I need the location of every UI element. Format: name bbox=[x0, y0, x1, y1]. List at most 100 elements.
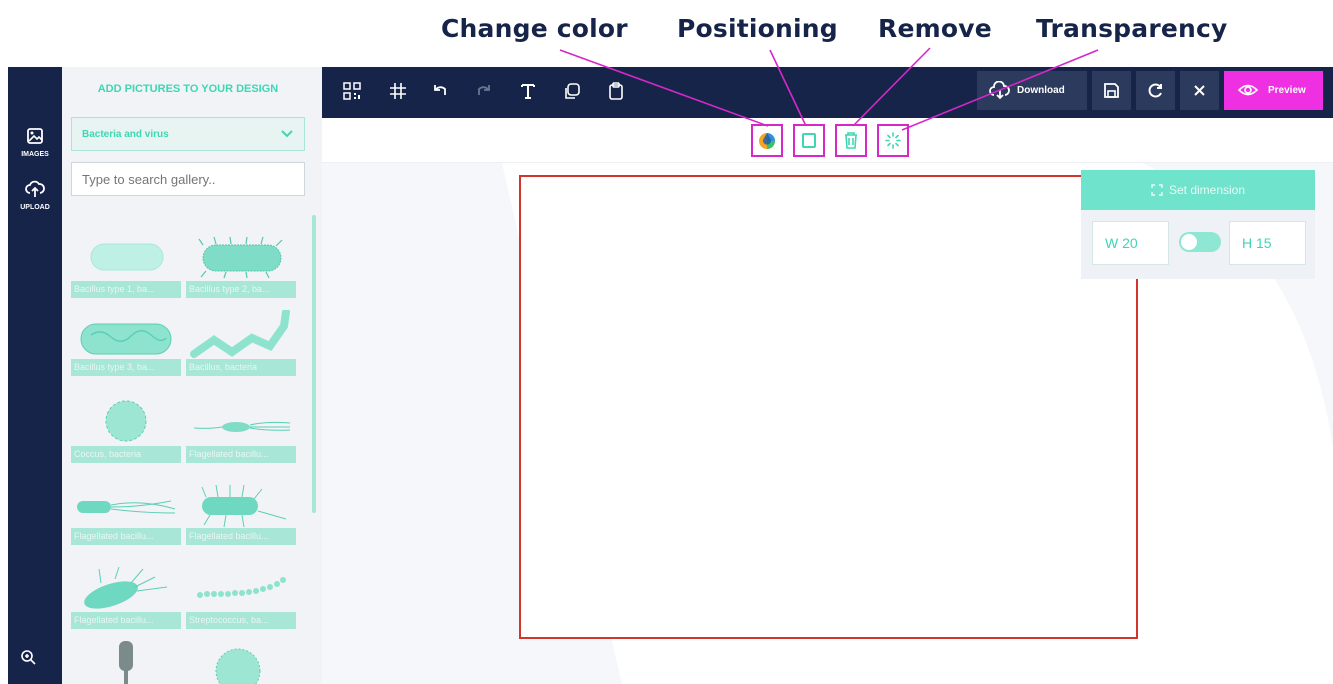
left-rail: IMAGES UPLOAD bbox=[8, 67, 62, 684]
gallery-panel: ADD PICTURES TO YOUR DESIGN Bacteria and… bbox=[62, 67, 322, 684]
qr-code-button[interactable] bbox=[340, 81, 364, 105]
preview-label: Preview bbox=[1268, 85, 1306, 96]
gallery-item-caption: Coccus, bacteria bbox=[71, 446, 181, 463]
duplicate-button[interactable] bbox=[560, 81, 584, 105]
add-text-button[interactable] bbox=[516, 81, 540, 105]
bacillus-hairy-icon bbox=[198, 236, 283, 279]
change-color-icon bbox=[759, 133, 775, 149]
refresh-button[interactable] bbox=[1136, 71, 1175, 110]
toggle-knob bbox=[1181, 234, 1197, 250]
clipboard-icon bbox=[609, 82, 623, 100]
rail-item-upload[interactable]: UPLOAD bbox=[8, 180, 62, 211]
flagellated-bacillus-icon bbox=[84, 566, 168, 609]
callout-change-color: Change color bbox=[441, 14, 628, 43]
zoom-button[interactable] bbox=[20, 649, 36, 670]
height-field[interactable]: H 15 bbox=[1229, 221, 1306, 265]
gallery-item[interactable] bbox=[186, 639, 296, 684]
bacillus-chain-icon bbox=[190, 310, 290, 358]
transparency-button[interactable] bbox=[877, 124, 909, 157]
upload-cloud-icon bbox=[25, 180, 45, 197]
rail-item-images[interactable]: IMAGES bbox=[8, 127, 62, 158]
aspect-lock-toggle[interactable] bbox=[1179, 232, 1221, 252]
positioning-button[interactable] bbox=[793, 124, 825, 157]
flagellated-bacillus-icon bbox=[193, 421, 291, 432]
close-button[interactable] bbox=[1180, 71, 1219, 110]
gallery-item[interactable]: Bacillus, bacteria bbox=[186, 310, 296, 376]
download-button[interactable]: Download bbox=[977, 71, 1087, 110]
virus-stalk-icon bbox=[119, 641, 133, 684]
gallery-item[interactable]: Bacillus type 1, ba... bbox=[71, 232, 181, 298]
width-field[interactable]: W 20 bbox=[1092, 221, 1169, 265]
gallery-item[interactable]: Streptococcus, ba... bbox=[186, 563, 296, 629]
gallery-item-caption: Flagellated bacillu... bbox=[71, 612, 181, 629]
save-button[interactable] bbox=[1092, 71, 1131, 110]
callout-remove: Remove bbox=[878, 14, 992, 43]
undo-button[interactable] bbox=[428, 81, 452, 105]
gallery-item[interactable]: Bacillus type 3, ba... bbox=[71, 310, 181, 376]
gallery-item-caption: Flagellated bacillu... bbox=[71, 528, 181, 545]
positioning-icon bbox=[802, 133, 816, 148]
gallery-item[interactable]: Flagellated bacillu... bbox=[186, 479, 296, 545]
coccus-icon bbox=[105, 400, 147, 442]
transparency-icon bbox=[885, 132, 901, 149]
text-icon bbox=[521, 84, 535, 99]
gallery-scrollbar[interactable] bbox=[312, 215, 316, 513]
flagellated-bacillus-icon bbox=[77, 500, 176, 514]
gallery-item-caption: Streptococcus, ba... bbox=[186, 612, 296, 629]
streptococcus-icon bbox=[197, 577, 286, 598]
grid-hash-icon bbox=[390, 83, 406, 99]
flagellated-bacillus-icon bbox=[201, 484, 287, 528]
gallery-item-caption: Bacillus, bacteria bbox=[186, 359, 296, 376]
gallery-item-caption: Flagellated bacillu... bbox=[186, 446, 296, 463]
gallery-item-caption: Flagellated bacillu... bbox=[186, 528, 296, 545]
rail-upload-label: UPLOAD bbox=[20, 204, 50, 211]
gallery-item[interactable]: Flagellated bacillu... bbox=[186, 397, 296, 463]
editor-page: Change color Positioning Remove Transpar… bbox=[0, 0, 1333, 684]
gallery-item[interactable]: Flagellated bacillu... bbox=[71, 563, 181, 629]
set-dimension-button[interactable]: Set dimension bbox=[1081, 170, 1315, 210]
image-icon bbox=[27, 128, 43, 144]
undo-icon bbox=[434, 85, 446, 95]
download-label: Download bbox=[1017, 85, 1065, 96]
category-selected-value: Bacteria and virus bbox=[82, 129, 169, 140]
save-icon bbox=[1104, 83, 1119, 98]
design-artboard[interactable] bbox=[519, 175, 1138, 639]
eye-icon bbox=[1238, 84, 1258, 96]
refresh-icon bbox=[1148, 83, 1162, 98]
change-color-button[interactable] bbox=[751, 124, 783, 157]
qr-code-icon bbox=[343, 82, 361, 100]
rail-images-label: IMAGES bbox=[21, 151, 49, 158]
download-cloud-icon bbox=[989, 81, 1010, 100]
virus-sphere-icon bbox=[215, 648, 261, 684]
paste-button[interactable] bbox=[604, 81, 628, 105]
top-toolbar: Download Preview bbox=[322, 67, 1333, 118]
chevron-down-icon bbox=[281, 130, 293, 138]
gallery-search-input[interactable] bbox=[71, 162, 305, 196]
callout-transparency: Transparency bbox=[1036, 14, 1228, 43]
context-toolbar bbox=[322, 118, 1333, 163]
callout-positioning: Positioning bbox=[677, 14, 838, 43]
remove-button[interactable] bbox=[835, 124, 867, 157]
gallery-item[interactable]: Bacillus type 2, ba... bbox=[186, 232, 296, 298]
panel-title: ADD PICTURES TO YOUR DESIGN bbox=[97, 83, 279, 95]
gallery-item[interactable]: Flagellated bacillu... bbox=[71, 479, 181, 545]
redo-button[interactable] bbox=[472, 81, 496, 105]
grid-button[interactable] bbox=[386, 81, 410, 105]
expand-icon bbox=[1151, 184, 1163, 196]
bacillus-wrinkled-icon bbox=[80, 323, 172, 355]
gallery-item[interactable]: Coccus, bacteria bbox=[71, 397, 181, 463]
category-select[interactable]: Bacteria and virus bbox=[71, 117, 305, 151]
remove-icon bbox=[845, 132, 857, 149]
close-icon bbox=[1194, 85, 1205, 96]
gallery-item-caption: Bacillus type 2, ba... bbox=[186, 281, 296, 298]
zoom-in-icon bbox=[21, 650, 36, 665]
redo-icon bbox=[478, 85, 490, 95]
duplicate-icon bbox=[565, 83, 580, 99]
gallery-item-caption: Bacillus type 3, ba... bbox=[71, 359, 181, 376]
preview-button[interactable]: Preview bbox=[1224, 71, 1323, 110]
gallery-item-caption: Bacillus type 1, ba... bbox=[71, 281, 181, 298]
gallery-item[interactable] bbox=[71, 639, 181, 684]
set-dimension-label: Set dimension bbox=[1168, 183, 1246, 197]
bacillus-smooth-icon bbox=[90, 243, 164, 271]
dimension-panel: Set dimension W 20 H 15 bbox=[1081, 170, 1315, 279]
